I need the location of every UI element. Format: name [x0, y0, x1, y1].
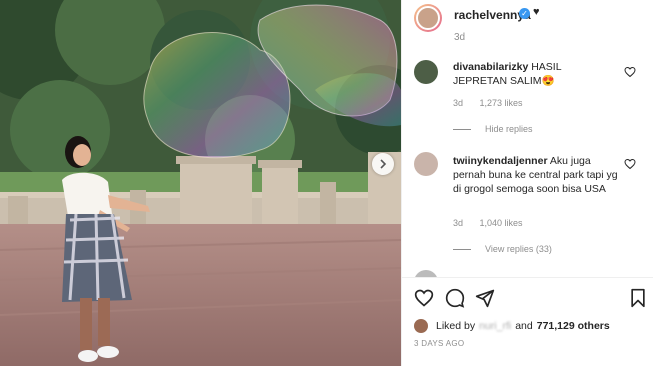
comment-time[interactable]: 3d [453, 218, 463, 228]
toggle-replies-button[interactable]: Hide replies [453, 124, 533, 134]
liked-by-user[interactable]: nuri_rfi [479, 320, 511, 332]
post-header: rachelvennya ✓ ♥ 3d [402, 0, 653, 50]
replies-divider [453, 128, 471, 130]
comment-time[interactable]: 3d [453, 98, 463, 108]
commenter-avatar[interactable] [414, 60, 438, 84]
liked-by-summary: Liked by nuri_rfi and 771,129 others [414, 319, 610, 333]
liked-by-count[interactable]: 771,129 others [537, 320, 610, 332]
replies-label: View replies (33) [485, 244, 552, 254]
comment-body: divanabilarizky HASIL JEPRETAN SALIM😍 [453, 60, 618, 88]
post-actions: Liked by nuri_rfi and 771,129 others 3 D… [402, 277, 653, 367]
post-time[interactable]: 3d [454, 32, 465, 43]
post-photo[interactable] [0, 0, 401, 366]
post-date[interactable]: 3 DAYS AGO [414, 339, 464, 348]
comment-meta: 3d 1,273 likes [453, 98, 537, 108]
comment-body: twiinykendaljenner Aku juga pernah buna … [453, 154, 618, 196]
liked-by-and: and [515, 320, 533, 332]
liked-by-prefix: Liked by [436, 320, 476, 332]
comment-bubble-icon[interactable] [445, 288, 465, 308]
next-image-button[interactable] [372, 153, 394, 175]
photo-scene [0, 0, 401, 366]
liked-by-avatar[interactable] [414, 319, 428, 333]
caption-heart-emoji: ♥ [533, 6, 540, 18]
replies-label: Hide replies [485, 124, 533, 134]
chevron-right-icon [380, 159, 387, 169]
toggle-replies-button[interactable]: View replies (33) [453, 244, 552, 254]
like-heart-icon[interactable] [414, 288, 434, 308]
comment-meta: 3d 1,040 likes [453, 218, 537, 228]
author-avatar[interactable] [414, 4, 442, 32]
comment-likes[interactable]: 1,040 likes [480, 218, 523, 228]
post-sidebar: rachelvennya ✓ ♥ 3d divanabilarizky HASI… [401, 0, 653, 367]
comment-like-heart-icon[interactable] [624, 158, 636, 170]
commenter-avatar[interactable] [414, 152, 438, 176]
comment-likes[interactable]: 1,273 likes [480, 98, 523, 108]
replies-divider [453, 248, 471, 250]
share-paper-plane-icon[interactable] [475, 288, 495, 308]
save-bookmark-icon[interactable] [628, 288, 648, 308]
verified-badge-icon: ✓ [519, 8, 530, 19]
commenter-username[interactable]: divanabilarizky [453, 61, 528, 73]
comment-like-heart-icon[interactable] [624, 66, 636, 78]
commenter-username[interactable]: twiinykendaljenner [453, 155, 548, 167]
